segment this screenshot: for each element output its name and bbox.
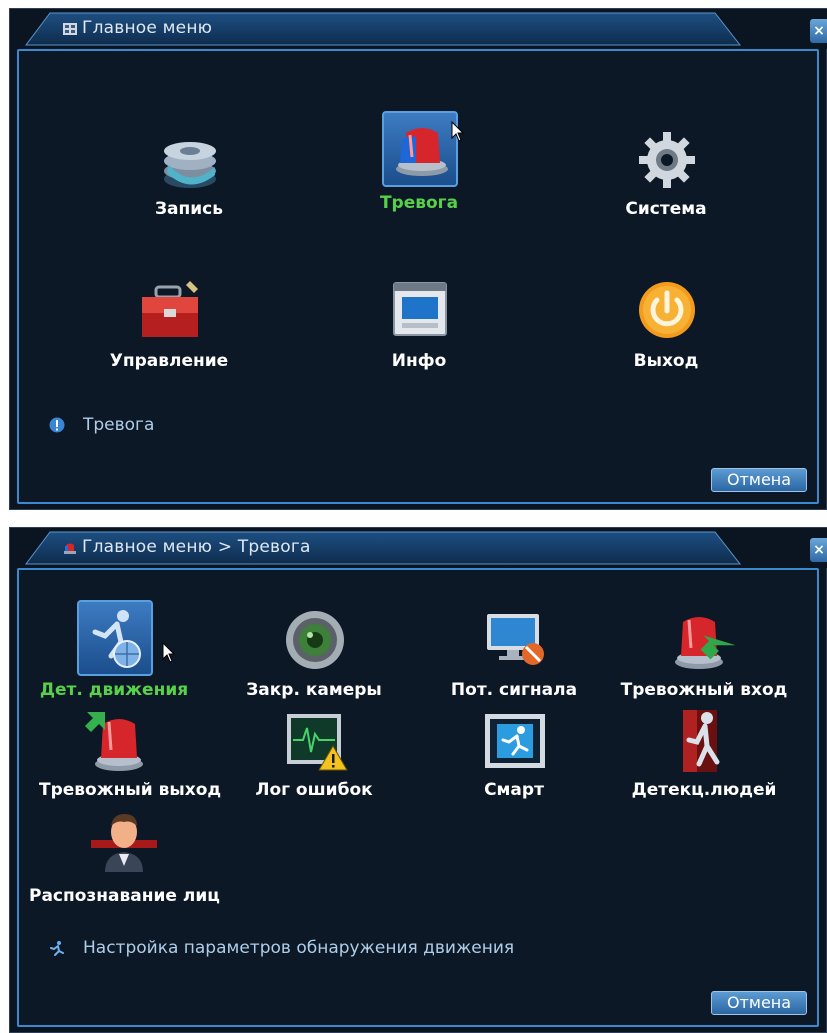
- film-reel-icon: [164, 142, 216, 188]
- hint-text: Настройка параметров обнаружения движени…: [83, 938, 515, 958]
- menu-item-label: Детекц.людей: [631, 780, 777, 800]
- menu-item-label: Система: [625, 199, 707, 219]
- menu-item-exit[interactable]: Выход: [591, 273, 741, 373]
- toolbox-icon: [142, 281, 198, 337]
- menu-item-alarm[interactable]: Тревога: [344, 111, 494, 221]
- menu-item-label: Смарт: [484, 780, 544, 800]
- mouse-cursor-icon: [162, 642, 176, 663]
- cancel-button[interactable]: Отмена: [711, 991, 807, 1015]
- menu-item-record[interactable]: Запись: [114, 121, 264, 221]
- face-recognition-icon: [91, 814, 157, 872]
- main-menu-panel: Запись Тревога Система Управление Инфо В…: [17, 49, 819, 504]
- menu-item-management[interactable]: Управление: [94, 273, 244, 373]
- alarm-input-icon: [675, 617, 735, 669]
- close-button[interactable]: ×: [810, 19, 827, 43]
- info-exclamation-icon: [49, 417, 65, 433]
- alarm-output-icon: [85, 712, 143, 771]
- human-detect-icon: [683, 710, 720, 772]
- window-title: Главное меню > Тревога: [82, 537, 311, 557]
- menu-item-camera-blind[interactable]: Закр. камеры: [239, 600, 389, 710]
- motion-small-icon: [50, 941, 64, 956]
- menu-item-label: Тревожный вход: [620, 680, 788, 700]
- menu-item-label: Тревожный выход: [39, 780, 222, 800]
- error-log-icon: [287, 714, 348, 771]
- info-window-icon: [393, 282, 447, 336]
- alarm-menu-window: Главное меню > Тревога × Дет. движения З: [9, 527, 827, 1033]
- camera-blind-icon: [286, 611, 344, 669]
- menu-item-label: Лог ошибок: [255, 780, 373, 800]
- menu-item-error-log[interactable]: Лог ошибок: [239, 708, 389, 808]
- menu-item-smart[interactable]: Смарт: [439, 708, 589, 808]
- window-title: Главное меню: [82, 18, 213, 38]
- menu-item-face-recognition[interactable]: Распознавание лиц: [29, 810, 220, 910]
- menu-item-label: Распознавание лиц: [29, 886, 220, 906]
- alarm-siren-icon: [396, 128, 448, 176]
- motion-detect-icon: [92, 610, 141, 668]
- status-hint: Тревога: [49, 415, 154, 435]
- menu-item-video-loss[interactable]: Пот. сигнала: [439, 600, 589, 710]
- menu-item-label: Дет. движения: [39, 680, 189, 700]
- gear-icon: [639, 132, 695, 188]
- power-icon: [639, 282, 695, 338]
- menu-item-alarm-input[interactable]: Тревожный вход: [619, 600, 789, 710]
- menu-item-info[interactable]: Инфо: [344, 273, 494, 373]
- main-menu-window: Главное меню × Запись Тревога Система Уп…: [9, 8, 827, 510]
- menu-item-label: Закр. камеры: [246, 680, 382, 700]
- menu-item-label: Пот. сигнала: [450, 680, 578, 700]
- menu-item-human-detect[interactable]: Детекц.людей: [619, 708, 789, 808]
- menu-item-label: Запись: [154, 199, 224, 219]
- hint-text: Тревога: [83, 415, 155, 435]
- menu-grid-icon: [63, 23, 77, 35]
- menu-item-label: Управление: [109, 351, 229, 371]
- title-bar: Главное меню > Тревога ×: [10, 528, 827, 568]
- mouse-cursor-icon: [451, 121, 465, 142]
- smart-icon: [485, 714, 545, 768]
- status-hint: Настройка параметров обнаружения движени…: [49, 938, 514, 958]
- title-bar: Главное меню ×: [10, 9, 827, 49]
- menu-item-label: Выход: [633, 351, 699, 371]
- cancel-button[interactable]: Отмена: [711, 468, 807, 492]
- menu-item-label: Инфо: [391, 351, 447, 371]
- alarm-small-icon: [64, 543, 76, 554]
- video-loss-icon: [487, 614, 544, 665]
- menu-item-label: Тревога: [379, 193, 459, 213]
- close-button[interactable]: ×: [810, 538, 827, 562]
- menu-item-system[interactable]: Система: [591, 121, 741, 221]
- alarm-menu-panel: Дет. движения Закр. камеры Пот. сигнала: [17, 568, 819, 1027]
- menu-item-alarm-output[interactable]: Тревожный выход: [39, 708, 222, 808]
